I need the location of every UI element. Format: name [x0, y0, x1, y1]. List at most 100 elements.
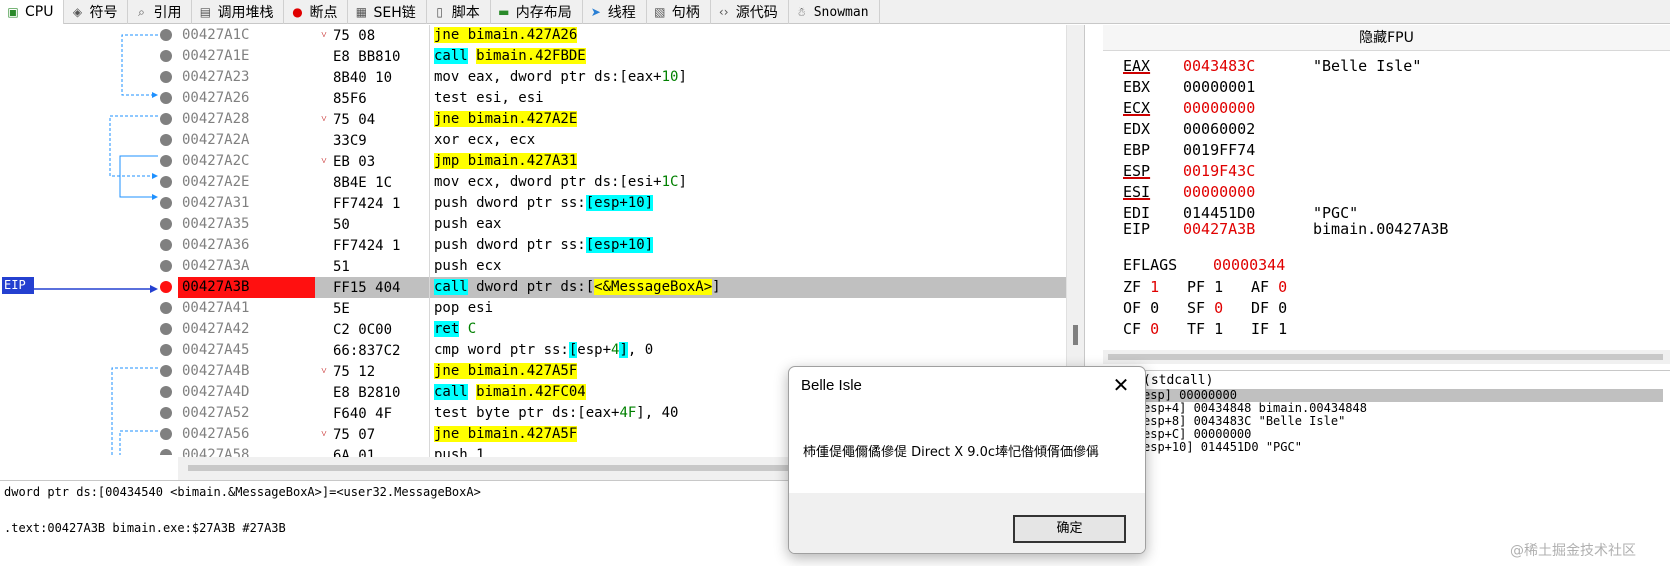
tab-1[interactable]: ◈ 符号 [64, 0, 129, 24]
register-row[interactable]: ESP 0019F43C [1123, 162, 1313, 180]
register-row[interactable]: EDX 00060002 [1123, 120, 1313, 138]
disasm-row[interactable]: 00427A26 85F6 test esi, esi [178, 88, 1084, 109]
flag-cf[interactable]: CF 0 [1123, 320, 1187, 338]
breakpoint-dot[interactable] [160, 260, 172, 272]
eflags-value[interactable]: 00000344 [1213, 256, 1285, 274]
register-row[interactable]: ESI 00000000 [1123, 183, 1313, 201]
tab-0[interactable]: ▣ CPU [0, 0, 65, 24]
breakpoint-dot[interactable] [160, 386, 172, 398]
tab-7[interactable]: ▬ 内存布局 [491, 0, 583, 24]
breakpoint-dot[interactable] [160, 176, 172, 188]
register-value[interactable]: 00000001 [1183, 78, 1313, 96]
instruction-bytes: FF15 404 [333, 279, 401, 296]
breakpoint-dot[interactable] [160, 50, 172, 62]
tab-4[interactable]: ● 断点 [284, 0, 349, 24]
tab-6[interactable]: ▯ 脚本 [427, 0, 491, 24]
register-value[interactable]: 0019FF74 [1183, 141, 1313, 159]
instruction-bytes: 50 [333, 216, 350, 233]
register-value[interactable]: 00427A3B [1183, 220, 1313, 238]
breakpoint-dot[interactable] [160, 134, 172, 146]
hide-fpu-button[interactable]: 隐藏FPU [1103, 25, 1670, 51]
instruction-address: 00427A35 [178, 214, 315, 235]
tab-5[interactable]: ▦ SEH链 [348, 0, 427, 24]
instruction-token: [esp+10] [585, 195, 654, 211]
breakpoint-dot[interactable] [160, 218, 172, 230]
flag-tf[interactable]: TF 1 [1187, 320, 1251, 338]
instruction-bytes: EB 03 [333, 153, 376, 170]
scroll-thumb[interactable] [1108, 354, 1663, 360]
breakpoint-dot[interactable] [160, 344, 172, 356]
flag-value: 0 [1150, 320, 1160, 338]
flag-df[interactable]: DF 0 [1251, 299, 1315, 317]
disasm-row[interactable]: 00427A2E 8B4E 1C mov ecx, dword ptr ds:[es… [178, 172, 1084, 193]
tab-label: CPU [25, 4, 54, 20]
tab-2[interactable]: ⌕ 引用 [128, 0, 193, 24]
disasm-row[interactable]: 00427A42 C2 0C00 ret C [178, 319, 1084, 340]
disasm-row[interactable]: 00427A2C ˅ EB 03 jmp bimain.427A31 [178, 151, 1084, 172]
disasm-row[interactable]: 00427A35 50 push eax [178, 214, 1084, 235]
disasm-row[interactable]: 00427A45 66:837C2 cmp word ptr ss:[esp+4],… [178, 340, 1084, 361]
breakpoint-dots[interactable] [160, 29, 172, 455]
breakpoint-dot[interactable] [160, 113, 172, 125]
stack-row[interactable]: esp+10] 014451D0 "PGC" [1143, 441, 1302, 454]
register-row[interactable]: EIP 00427A3B bimain.00427A3B [1123, 220, 1448, 238]
breakpoint-dot[interactable] [160, 407, 172, 419]
register-comment: bimain.00427A3B [1313, 220, 1449, 238]
disasm-row[interactable]: 00427A23 8B40 10 mov eax, dword ptr ds:[ea… [178, 67, 1084, 88]
disasm-row[interactable]: 00427A1C ˅ 75 08 jne bimain.427A26 [178, 25, 1084, 46]
register-row[interactable]: EBP 0019FF74 [1123, 141, 1313, 159]
flag-if[interactable]: IF 1 [1251, 320, 1315, 338]
instruction-address: 00427A45 [178, 340, 315, 361]
register-row[interactable]: ECX 00000000 [1123, 99, 1313, 117]
register-value[interactable]: 00000000 [1183, 183, 1313, 201]
instruction-token: dword ptr ds:[ [467, 279, 595, 295]
register-value[interactable]: 0019F43C [1183, 162, 1313, 180]
tab-3[interactable]: ▤ 调用堆栈 [192, 0, 285, 24]
breakpoint-dot[interactable] [160, 29, 172, 41]
register-row[interactable]: EBX 00000001 [1123, 78, 1313, 96]
register-row[interactable]: EAX 0043483C "Belle Isle" [1123, 57, 1421, 75]
disasm-row[interactable]: 00427A3B FF15 404 call dword ptr ds:[<&Mes… [178, 277, 1084, 298]
breakpoint-dot[interactable] [160, 449, 172, 455]
flag-af[interactable]: AF 0 [1251, 278, 1315, 296]
ok-button[interactable]: 确定 [1013, 515, 1126, 543]
flag-zf[interactable]: ZF 1 [1123, 278, 1187, 296]
breakpoint-dot[interactable] [160, 365, 172, 377]
flag-pf[interactable]: PF 1 [1187, 278, 1251, 296]
eflags-row[interactable]: EFLAGS 00000344 [1123, 256, 1285, 274]
disasm-row[interactable]: 00427A28 ˅ 75 04 jne bimain.427A2E [178, 109, 1084, 130]
tab-9[interactable]: ▧ 句柄 [647, 0, 711, 24]
breakpoint-dot[interactable] [160, 239, 172, 251]
flag-sf[interactable]: SF 0 [1187, 299, 1251, 317]
disasm-row[interactable]: 00427A36 FF7424 1 push dword ptr ss:[esp+1… [178, 235, 1084, 256]
breakpoint-dot[interactable] [160, 323, 172, 335]
tab-10[interactable]: ‹› 源代码 [711, 0, 789, 24]
breakpoint-dot[interactable] [160, 155, 172, 167]
register-value[interactable]: 00060002 [1183, 120, 1313, 138]
disasm-row[interactable]: 00427A31 FF7424 1 push dword ptr ss:[esp+1… [178, 193, 1084, 214]
instruction-bytes: 5E [333, 300, 350, 317]
register-value[interactable]: 00000000 [1183, 99, 1313, 117]
instruction-text: test esi, esi [429, 88, 1084, 109]
disasm-row[interactable]: 00427A3A 51 push ecx [178, 256, 1084, 277]
scroll-thumb[interactable] [1073, 325, 1078, 345]
tab-11[interactable]: ☃ Snowman [789, 0, 880, 24]
breakpoint-dot[interactable] [160, 71, 172, 83]
breakpoint-dot[interactable] [160, 197, 172, 209]
flag-of[interactable]: OF 0 [1123, 299, 1187, 317]
tab-8[interactable]: ➤ 线程 [583, 0, 647, 24]
instruction-text: ret C [429, 319, 1084, 340]
breakpoint-dot[interactable] [160, 302, 172, 314]
register-value[interactable]: 0043483C [1183, 57, 1313, 75]
disasm-row[interactable]: 00427A41 5E pop esi [178, 298, 1084, 319]
close-icon[interactable]: ✕ [1111, 373, 1131, 397]
instruction-token: push dword ptr ss: [434, 237, 586, 253]
breakpoint-dot[interactable] [160, 428, 172, 440]
disasm-row[interactable]: 00427A2A 33C9 xor ecx, ecx [178, 130, 1084, 151]
breakpoint-dot[interactable] [160, 281, 172, 293]
breakpoint-dot[interactable] [160, 92, 172, 104]
message-box-dialog[interactable]: Belle Isle ✕ 柿偅偍僶儞僪傪偍 Direct X 9.0c埲忋偺傾偦… [788, 366, 1146, 554]
regs-horizontal-scrollbar[interactable] [1103, 350, 1670, 364]
disasm-row[interactable]: 00427A1E E8 BB810 call bimain.42FBDE [178, 46, 1084, 67]
